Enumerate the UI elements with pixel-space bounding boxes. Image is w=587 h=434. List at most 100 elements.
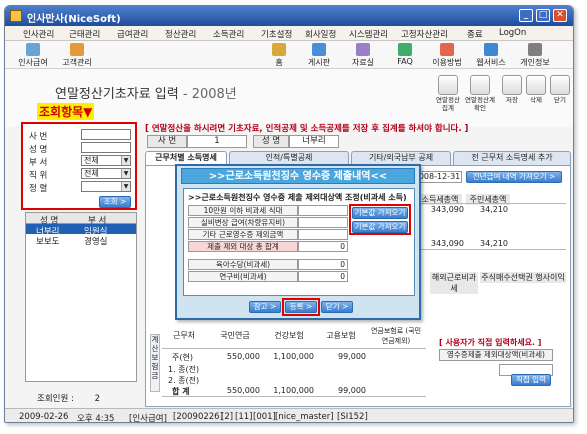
tab-previous-employer[interactable]: 전 근무처 소득명세 추가 <box>453 151 571 165</box>
dialog-value-input[interactable]: 0 <box>298 271 348 282</box>
window-title: 인사만사(NiceSoft) <box>27 14 121 25</box>
menu-item[interactable]: 근태관리 <box>69 28 100 40</box>
column-header: 주식매수선택권 행사이익 <box>480 272 566 283</box>
employee-id-label: 사 번 <box>147 135 187 148</box>
menu-item[interactable]: 고정자산관리 <box>401 28 448 40</box>
status-bar: 2009-02-26 오후 4:35 [인사급여] [20090226] [2]… <box>5 408 573 422</box>
toolbar-library-button[interactable]: 자료실 <box>345 43 381 68</box>
divider <box>416 203 566 204</box>
toolbar-faq-button[interactable]: FAQ <box>391 43 419 66</box>
dialog-value-input[interactable]: 0 <box>298 259 348 270</box>
position-select[interactable]: 전체 ▼ <box>81 168 131 179</box>
employee-name-value: 너부리 <box>289 135 339 148</box>
dialog-value-input[interactable] <box>298 229 348 240</box>
menu-item[interactable]: 시스템관리 <box>349 28 388 40</box>
dialog-item: 실비변상 급여(차량유지비) <box>188 217 298 228</box>
menu-item[interactable]: 소득관리 <box>213 28 244 40</box>
dialog-value-input[interactable] <box>298 217 348 228</box>
highlight-box <box>349 204 411 235</box>
dialog-value: 0 <box>298 241 348 252</box>
income-tax-value: 343,090 <box>430 205 464 214</box>
health-value: 1,100,000 <box>273 386 314 395</box>
minimize-button[interactable]: _ <box>519 9 533 22</box>
column-header: 고용보험 <box>326 331 356 340</box>
self-input-notice: [ 사용자가 직접 입력하세요. ] <box>439 338 542 347</box>
search-label: 직 위 <box>29 171 48 181</box>
status-date: 2009-02-26 <box>19 412 69 422</box>
toolbar-home-button[interactable]: 홈 <box>267 43 291 68</box>
search-label: 성 명 <box>29 145 48 155</box>
row-label: 2. 종(전) <box>168 376 200 385</box>
exclusion-item: 영수증제출 제외대상액(비과세) <box>439 349 553 361</box>
search-label: 부 서 <box>29 158 48 168</box>
column-header: 건강보험 <box>274 331 304 340</box>
column-header: 국민연금 <box>220 331 250 340</box>
dialog-value-input[interactable] <box>298 205 348 216</box>
income-tax-value: 343,090 <box>430 239 464 248</box>
status-item: [2] <box>221 412 234 422</box>
toolbar-board-button[interactable]: 게시판 <box>301 43 337 68</box>
employ-value: 99,000 <box>338 386 366 395</box>
menu-item[interactable]: 회사일정 <box>305 28 336 40</box>
app-icon <box>10 10 22 22</box>
menu-bar: 인사관리 근태관리 급여관리 정산관리 소득관리 기초설정 회사일정 시스템관리… <box>5 26 573 41</box>
tally-button[interactable]: 연말정산 집계 <box>433 75 463 112</box>
tab-income[interactable]: 근무처별 소득명세 <box>145 151 227 165</box>
search-items-toggle[interactable]: 조회항목▼ <box>37 103 95 120</box>
customer-icon <box>70 43 84 56</box>
menu-item[interactable]: 정산관리 <box>165 28 196 40</box>
employee-id-input[interactable] <box>81 129 131 140</box>
toolbar-payroll-button[interactable]: 인사급여 <box>13 43 53 68</box>
search-button[interactable]: 조회 > <box>99 196 131 208</box>
home-icon <box>272 43 286 56</box>
toolbar-privacy-button[interactable]: 개인정보 <box>515 43 555 68</box>
dialog-item: 10만원 이하 비과세 식대 <box>188 205 298 216</box>
chevron-down-icon: ▼ <box>121 156 130 165</box>
close-page-button[interactable]: 닫기 <box>545 75 573 104</box>
name-input[interactable] <box>81 142 131 153</box>
menu-item[interactable]: 기초설정 <box>261 28 292 40</box>
divider <box>162 396 426 397</box>
menu-item[interactable]: 인사관리 <box>23 28 54 40</box>
confirm-icon <box>470 75 490 95</box>
import-last-year-button[interactable]: 전년급여 내역 가져오기 > <box>466 171 562 183</box>
status-item: [001] <box>253 412 276 422</box>
dialog-item: 육아수당(비과세) <box>188 259 298 270</box>
app-window: 인사만사(NiceSoft) _ □ ✕ 인사관리 근태관리 급여관리 정산관리… <box>4 5 574 423</box>
search-label: 정 렬 <box>29 184 48 194</box>
dialog-item: 제출 제외 대상 총 합계 <box>188 241 298 252</box>
receipt-dialog: >>근로소득원천징수 영수증 제출내역<< >>근로소득원천징수 영수증 제출 … <box>175 164 421 320</box>
status-item: [11] <box>235 412 253 422</box>
tab-deductions[interactable]: 인적/특별공제 <box>229 151 349 165</box>
insurance-side-label: 계산 보험 금 <box>150 334 160 392</box>
list-header: 성 명 부 서 <box>26 213 136 226</box>
toolbar-webservice-button[interactable]: 웹서비스 <box>471 43 511 68</box>
row-label: 주(현) <box>172 353 193 362</box>
pension-value: 550,000 <box>226 352 260 361</box>
department-select[interactable]: 전체 ▼ <box>81 155 131 166</box>
sort-select[interactable]: ▼ <box>81 181 131 192</box>
maximize-button[interactable]: □ <box>536 9 550 22</box>
column-header: 연금보험료 (국민연금제외) <box>370 327 422 345</box>
confirm-button[interactable]: 연말정산계 확인 <box>465 75 495 112</box>
row-label: 1. 종(전) <box>168 365 200 374</box>
menu-item[interactable]: 종료 <box>467 28 483 40</box>
close-button[interactable]: ✕ <box>553 9 567 22</box>
pension-value: 550,000 <box>226 386 260 395</box>
door-icon <box>550 75 570 95</box>
toolbar-howto-button[interactable]: 이용방법 <box>427 43 467 68</box>
dialog-subtitle: >>근로소득원천징수 영수증 제출 제외대상액 조정(비과세 소득) <box>188 193 407 202</box>
tab-other-deductions[interactable]: 기타/외국납부 공제 <box>351 151 451 165</box>
reference-button[interactable]: 참고 > <box>249 301 281 313</box>
toolbar-customer-button[interactable]: 고객관리 <box>57 43 97 68</box>
dialog-close-button[interactable]: 닫기 > <box>321 301 353 313</box>
trash-icon <box>526 75 546 95</box>
direct-input-button[interactable]: 직접 입력 > <box>511 374 551 394</box>
menu-item[interactable]: LogOn <box>499 28 526 38</box>
divider <box>162 348 426 349</box>
search-panel: 사 번 성 명 부 서 전체 ▼ 직 위 전체 ▼ 정 렬 ▼ 조회 > <box>21 122 137 210</box>
title-bar: 인사만사(NiceSoft) _ □ ✕ <box>5 6 573 26</box>
privacy-icon <box>528 43 542 56</box>
highlight-box <box>282 298 320 316</box>
menu-item[interactable]: 급여관리 <box>117 28 148 40</box>
